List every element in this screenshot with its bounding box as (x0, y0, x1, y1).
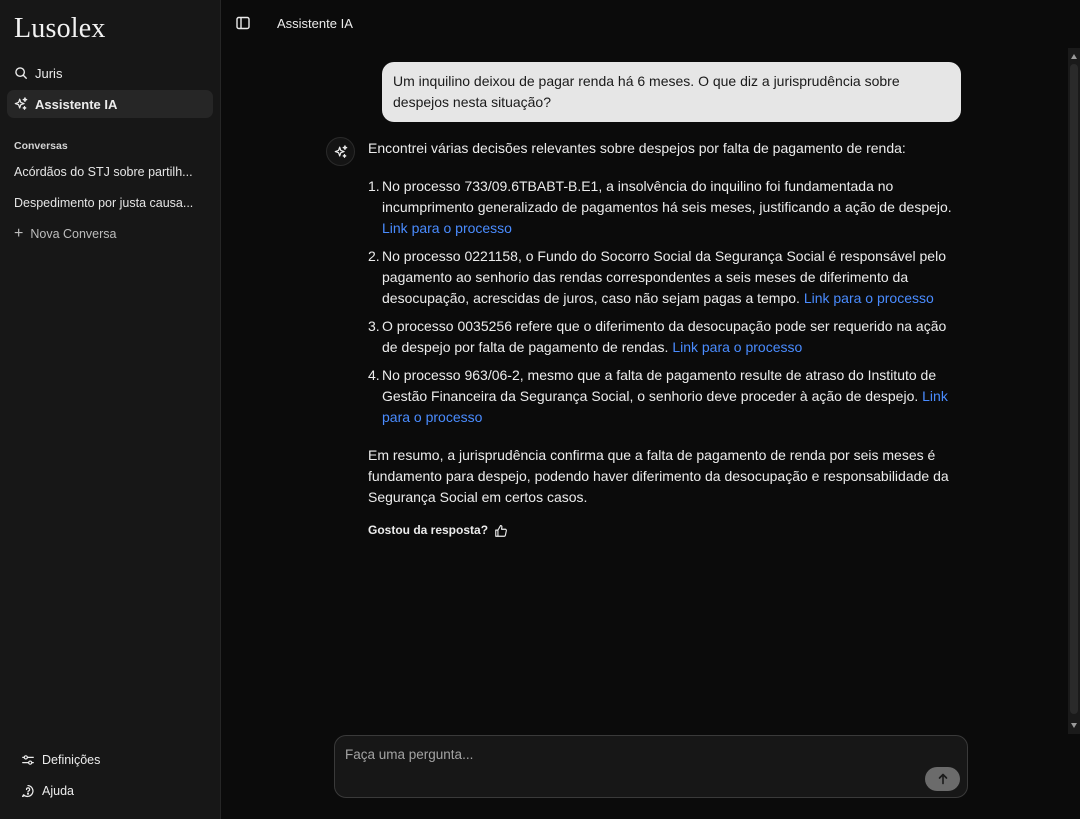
sidebar: Lusolex Juris Assistente IA Conversas Ac… (0, 0, 221, 819)
assistant-summary: Em resumo, a jurisprudência confirma que… (368, 447, 949, 505)
chat-composer (334, 735, 968, 798)
conversation-item[interactable]: Despedimento por justa causa... (14, 193, 204, 213)
case-text: O processo 0035256 refere que o diferime… (382, 318, 947, 355)
scroll-down-icon[interactable] (1071, 723, 1077, 728)
new-conversation-button[interactable]: + Nova Conversa (14, 224, 204, 244)
scroll-up-icon[interactable] (1071, 54, 1077, 59)
thumbs-up-icon (495, 524, 507, 537)
list-number: 1. (368, 178, 380, 194)
send-button[interactable] (925, 767, 960, 791)
topbar: Assistente IA (221, 0, 1080, 48)
list-item: 1. No processo 733/09.6TBABT-B.E1, a ins… (368, 176, 958, 239)
search-icon (14, 66, 28, 80)
sidebar-toggle-icon (236, 16, 250, 30)
assistant-intro: Encontrei várias decisões relevantes sob… (368, 140, 906, 156)
question-input[interactable] (345, 744, 915, 764)
sparkles-icon (334, 144, 347, 158)
feedback-label: Gostou da resposta? (368, 523, 489, 537)
help-icon (21, 784, 35, 798)
sidebar-item-label: Juris (35, 65, 63, 81)
case-list: 1. No processo 733/09.6TBABT-B.E1, a ins… (368, 176, 958, 428)
list-number: 3. (368, 318, 380, 334)
case-link[interactable]: Link para o processo (672, 339, 802, 355)
case-link[interactable]: Link para o processo (382, 220, 512, 236)
list-item: 4. No processo 963/06-2, mesmo que a fal… (368, 365, 958, 428)
main-panel: Assistente IA Um inquilino deixou de pag… (221, 0, 1080, 819)
arrow-up-icon (938, 773, 947, 785)
settings-icon (21, 753, 35, 767)
assistant-message: Encontrei várias decisões relevantes sob… (368, 138, 958, 541)
settings-label: Definições (42, 753, 101, 767)
new-conversation-label: Nova Conversa (30, 227, 117, 241)
conversation-item[interactable]: Acórdãos do STJ sobre partilh... (14, 162, 204, 182)
user-message: Um inquilino deixou de pagar renda há 6 … (382, 62, 961, 122)
chat-scrollbar[interactable] (1068, 48, 1080, 734)
case-link[interactable]: Link para o processo (804, 290, 934, 306)
help-button[interactable]: Ajuda (14, 779, 204, 803)
list-number: 4. (368, 367, 380, 383)
page-title: Assistente IA (277, 16, 353, 31)
help-label: Ajuda (42, 784, 74, 798)
case-text: No processo 963/06-2, mesmo que a falta … (382, 367, 937, 404)
sidebar-nav: Juris Assistente IA (7, 59, 213, 121)
sidebar-item-juris[interactable]: Juris (7, 59, 213, 87)
conversation-list: Acórdãos do STJ sobre partilh... Despedi… (14, 162, 204, 244)
conversations-section-label: Conversas (14, 140, 68, 152)
settings-button[interactable]: Definições (14, 748, 204, 772)
brand-logo[interactable]: Lusolex (14, 13, 106, 45)
scrollbar-thumb[interactable] (1070, 64, 1078, 714)
sidebar-item-label: Assistente IA (35, 96, 118, 112)
list-number: 2. (368, 248, 380, 264)
plus-icon: + (14, 225, 24, 242)
feedback-row: Gostou da resposta? (368, 520, 958, 541)
assistant-avatar (326, 137, 355, 166)
thumbs-up-button[interactable] (494, 524, 508, 538)
case-text: No processo 733/09.6TBABT-B.E1, a insolv… (382, 178, 952, 215)
app-root: Lusolex Juris Assistente IA Conversas Ac… (0, 0, 1080, 819)
sidebar-toggle-button[interactable] (235, 15, 251, 31)
sidebar-item-assistente-ia[interactable]: Assistente IA (7, 90, 213, 118)
sparkles-icon (14, 97, 28, 111)
list-item: 2. No processo 0221158, o Fundo do Socor… (368, 246, 958, 309)
list-item: 3. O processo 0035256 refere que o difer… (368, 316, 958, 358)
sidebar-bottom-nav: Definições Ajuda (14, 748, 204, 810)
